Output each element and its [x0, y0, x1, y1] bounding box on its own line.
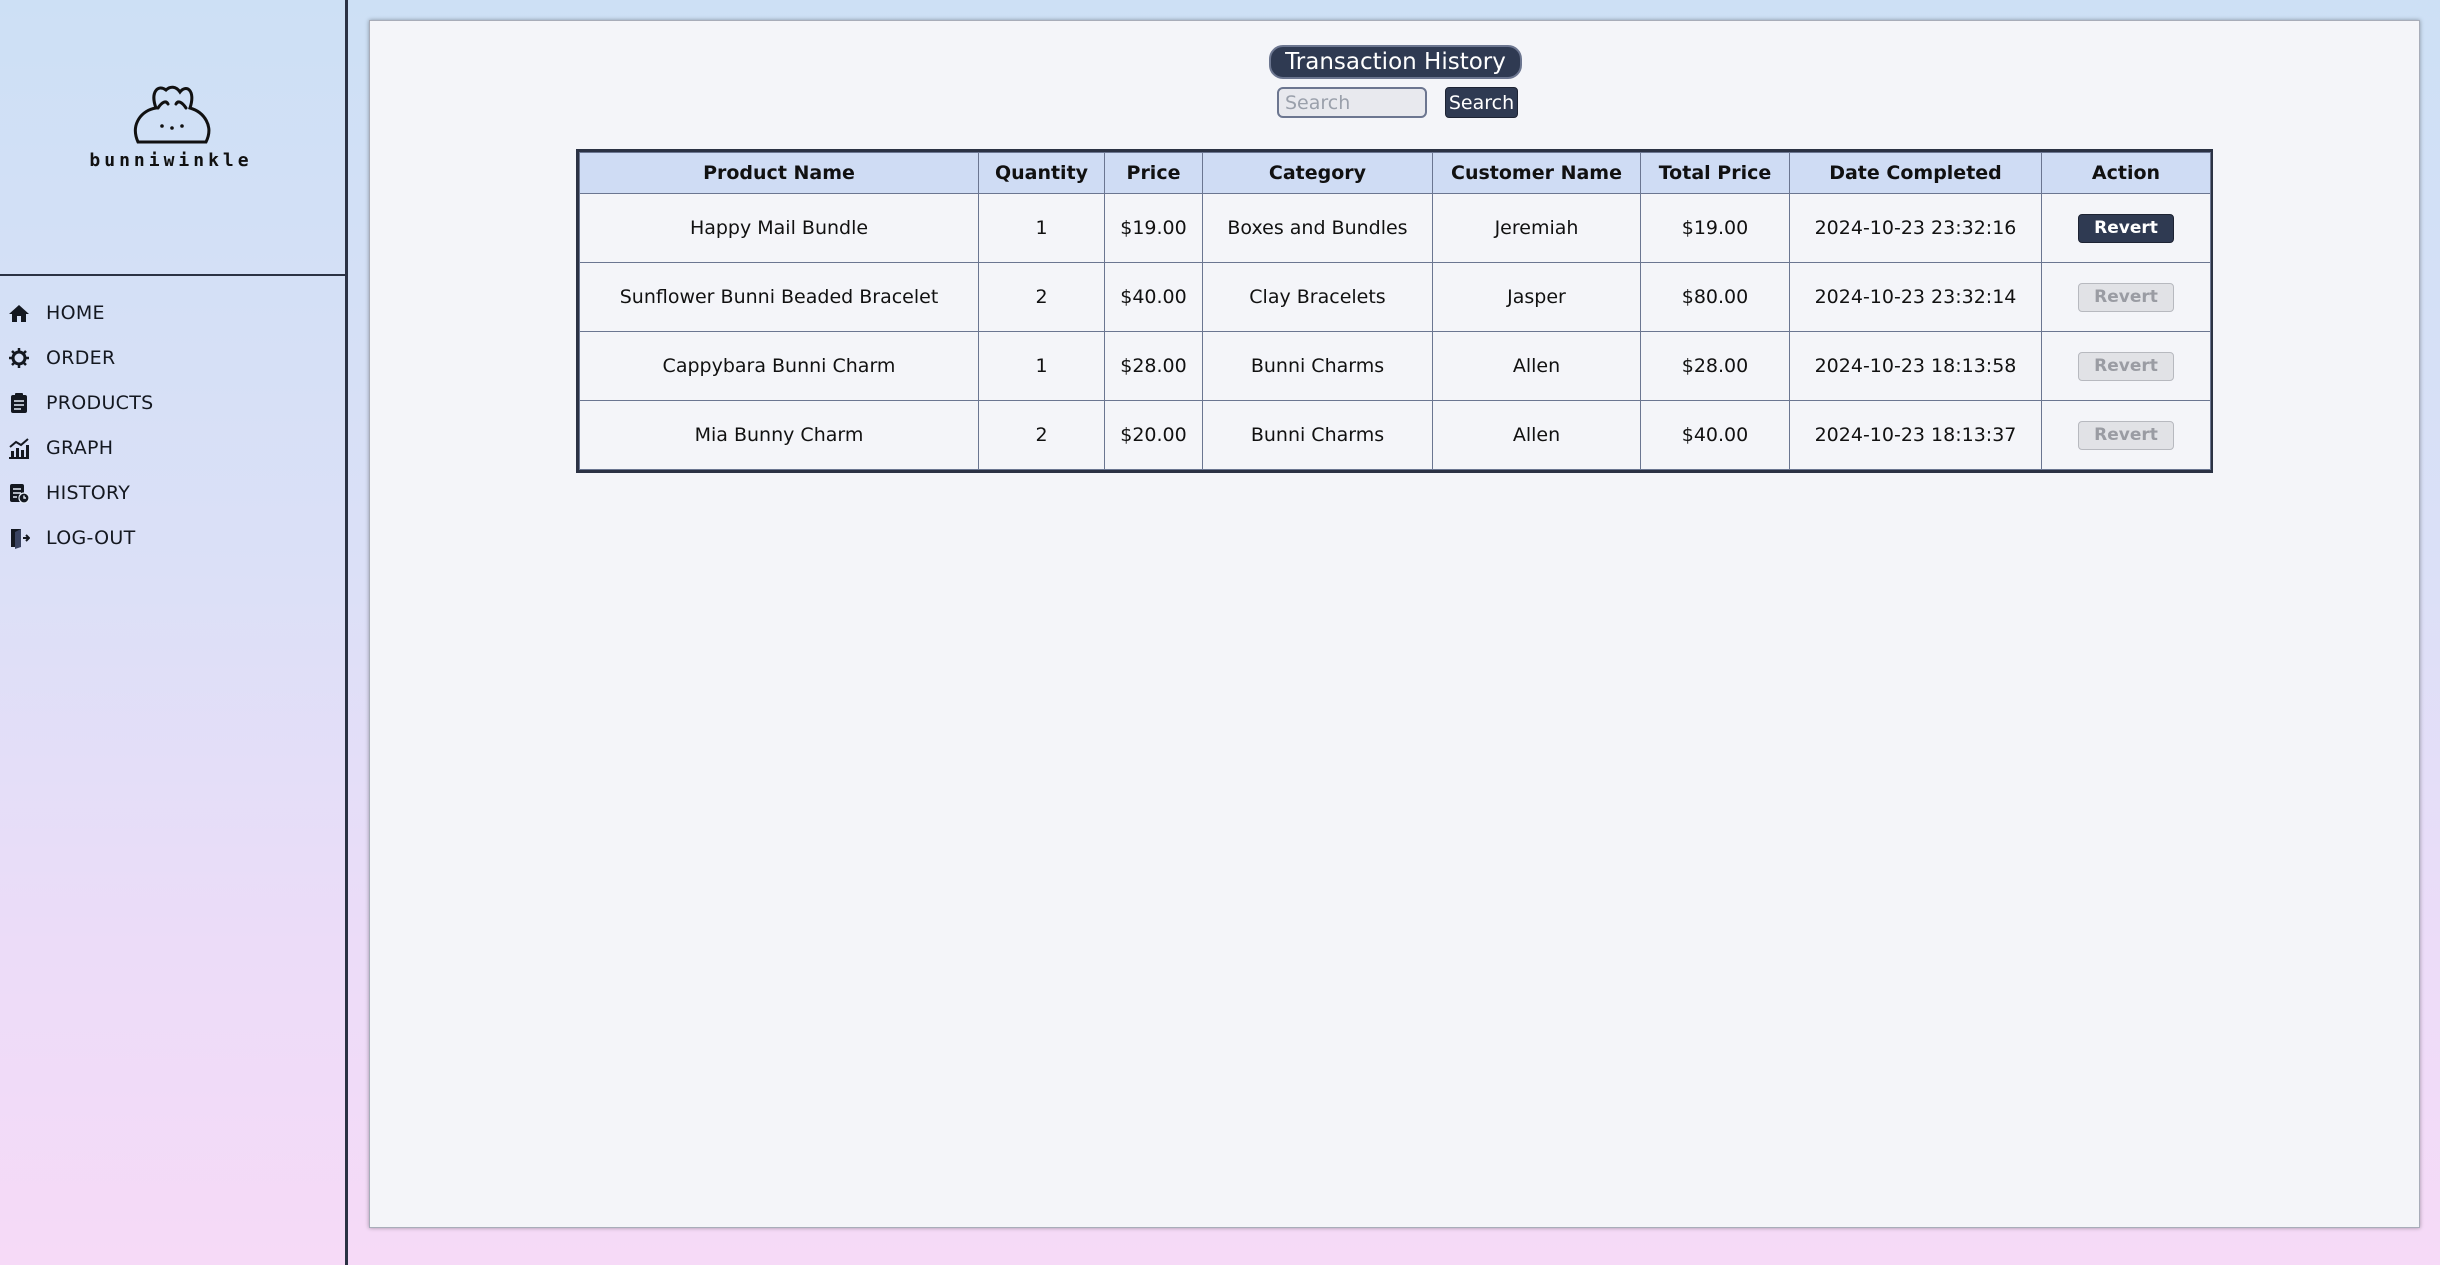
product-name-cell: Happy Mail Bundle: [579, 193, 979, 263]
date-completed-cell: 2024-10-23 23:32:16: [1789, 193, 2042, 263]
home-icon: [8, 302, 30, 324]
column-header-category[interactable]: Category: [1202, 152, 1433, 194]
search-input[interactable]: [1277, 87, 1427, 118]
sidebar-item-label: GRAPH: [46, 436, 114, 459]
sidebar-item-label: PRODUCTS: [46, 391, 154, 414]
customer-name-cell: Jasper: [1432, 262, 1641, 332]
sidebar-item-graph[interactable]: GRAPH: [0, 425, 340, 470]
revert-button: Revert: [2078, 351, 2174, 381]
column-header-quantity[interactable]: Quantity: [978, 152, 1105, 194]
brand-logo: bunniwinkle: [86, 76, 256, 176]
sidebar: bunniwinkle HOME ORDER PRODUCTS GRAPH HI…: [0, 0, 348, 1265]
action-cell: Revert: [2041, 331, 2211, 401]
customer-name-cell: Jeremiah: [1432, 193, 1641, 263]
table-row: Happy Mail Bundle 1 $19.00 Boxes and Bun…: [579, 193, 2211, 263]
category-cell: Clay Bracelets: [1202, 262, 1433, 332]
customer-name-cell: Allen: [1432, 400, 1641, 470]
column-header-total-price[interactable]: Total Price: [1640, 152, 1790, 194]
revert-button: Revert: [2078, 420, 2174, 450]
total-price-cell: $40.00: [1640, 400, 1790, 470]
sidebar-item-label: LOG-OUT: [46, 526, 136, 549]
sidebar-item-logout[interactable]: LOG-OUT: [0, 515, 340, 560]
sidebar-item-label: HOME: [46, 301, 105, 324]
category-cell: Boxes and Bundles: [1202, 193, 1433, 263]
sidebar-divider: [0, 274, 348, 276]
price-cell: $19.00: [1104, 193, 1203, 263]
quantity-cell: 2: [978, 262, 1105, 332]
total-price-cell: $80.00: [1640, 262, 1790, 332]
revert-button: Revert: [2078, 282, 2174, 312]
sidebar-item-label: ORDER: [46, 346, 116, 369]
order-icon: [8, 347, 30, 369]
date-completed-cell: 2024-10-23 18:13:37: [1789, 400, 2042, 470]
sidebar-item-home[interactable]: HOME: [0, 290, 340, 335]
date-completed-cell: 2024-10-23 23:32:14: [1789, 262, 2042, 332]
column-header-date-completed[interactable]: Date Completed: [1789, 152, 2042, 194]
category-cell: Bunni Charms: [1202, 400, 1433, 470]
logout-icon: [8, 527, 30, 549]
sidebar-nav: HOME ORDER PRODUCTS GRAPH HISTORY LOG-OU…: [0, 290, 340, 560]
sidebar-item-history[interactable]: HISTORY: [0, 470, 340, 515]
category-cell: Bunni Charms: [1202, 331, 1433, 401]
quantity-cell: 2: [978, 400, 1105, 470]
revert-button[interactable]: Revert: [2078, 213, 2174, 243]
table-row: Cappybara Bunni Charm 1 $28.00 Bunni Cha…: [579, 331, 2211, 401]
column-header-product-name[interactable]: Product Name: [579, 152, 979, 194]
action-cell: Revert: [2041, 262, 2211, 332]
page-title: Transaction History: [1269, 45, 1522, 79]
total-price-cell: $28.00: [1640, 331, 1790, 401]
bunny-logo-icon: [133, 85, 211, 144]
column-header-price[interactable]: Price: [1104, 152, 1203, 194]
sidebar-item-order[interactable]: ORDER: [0, 335, 340, 380]
history-icon: [8, 482, 30, 504]
graph-icon: [8, 437, 30, 459]
sidebar-item-products[interactable]: PRODUCTS: [0, 380, 340, 425]
action-cell: Revert: [2041, 193, 2211, 263]
brand-name: bunniwinkle: [89, 150, 253, 171]
transaction-table: Product Name Quantity Price Category Cus…: [576, 149, 2213, 473]
search-button[interactable]: Search: [1445, 87, 1518, 118]
quantity-cell: 1: [978, 331, 1105, 401]
quantity-cell: 1: [978, 193, 1105, 263]
date-completed-cell: 2024-10-23 18:13:58: [1789, 331, 2042, 401]
products-icon: [8, 392, 30, 414]
product-name-cell: Mia Bunny Charm: [579, 400, 979, 470]
price-cell: $28.00: [1104, 331, 1203, 401]
table-row: Sunflower Bunni Beaded Bracelet 2 $40.00…: [579, 262, 2211, 332]
sidebar-item-label: HISTORY: [46, 481, 131, 504]
product-name-cell: Sunflower Bunni Beaded Bracelet: [579, 262, 979, 332]
table-header-row: Product Name Quantity Price Category Cus…: [579, 152, 2211, 194]
action-cell: Revert: [2041, 400, 2211, 470]
column-header-action: Action: [2041, 152, 2211, 194]
total-price-cell: $19.00: [1640, 193, 1790, 263]
table-row: Mia Bunny Charm 2 $20.00 Bunni Charms Al…: [579, 400, 2211, 470]
customer-name-cell: Allen: [1432, 331, 1641, 401]
product-name-cell: Cappybara Bunni Charm: [579, 331, 979, 401]
price-cell: $40.00: [1104, 262, 1203, 332]
column-header-customer-name[interactable]: Customer Name: [1432, 152, 1641, 194]
price-cell: $20.00: [1104, 400, 1203, 470]
